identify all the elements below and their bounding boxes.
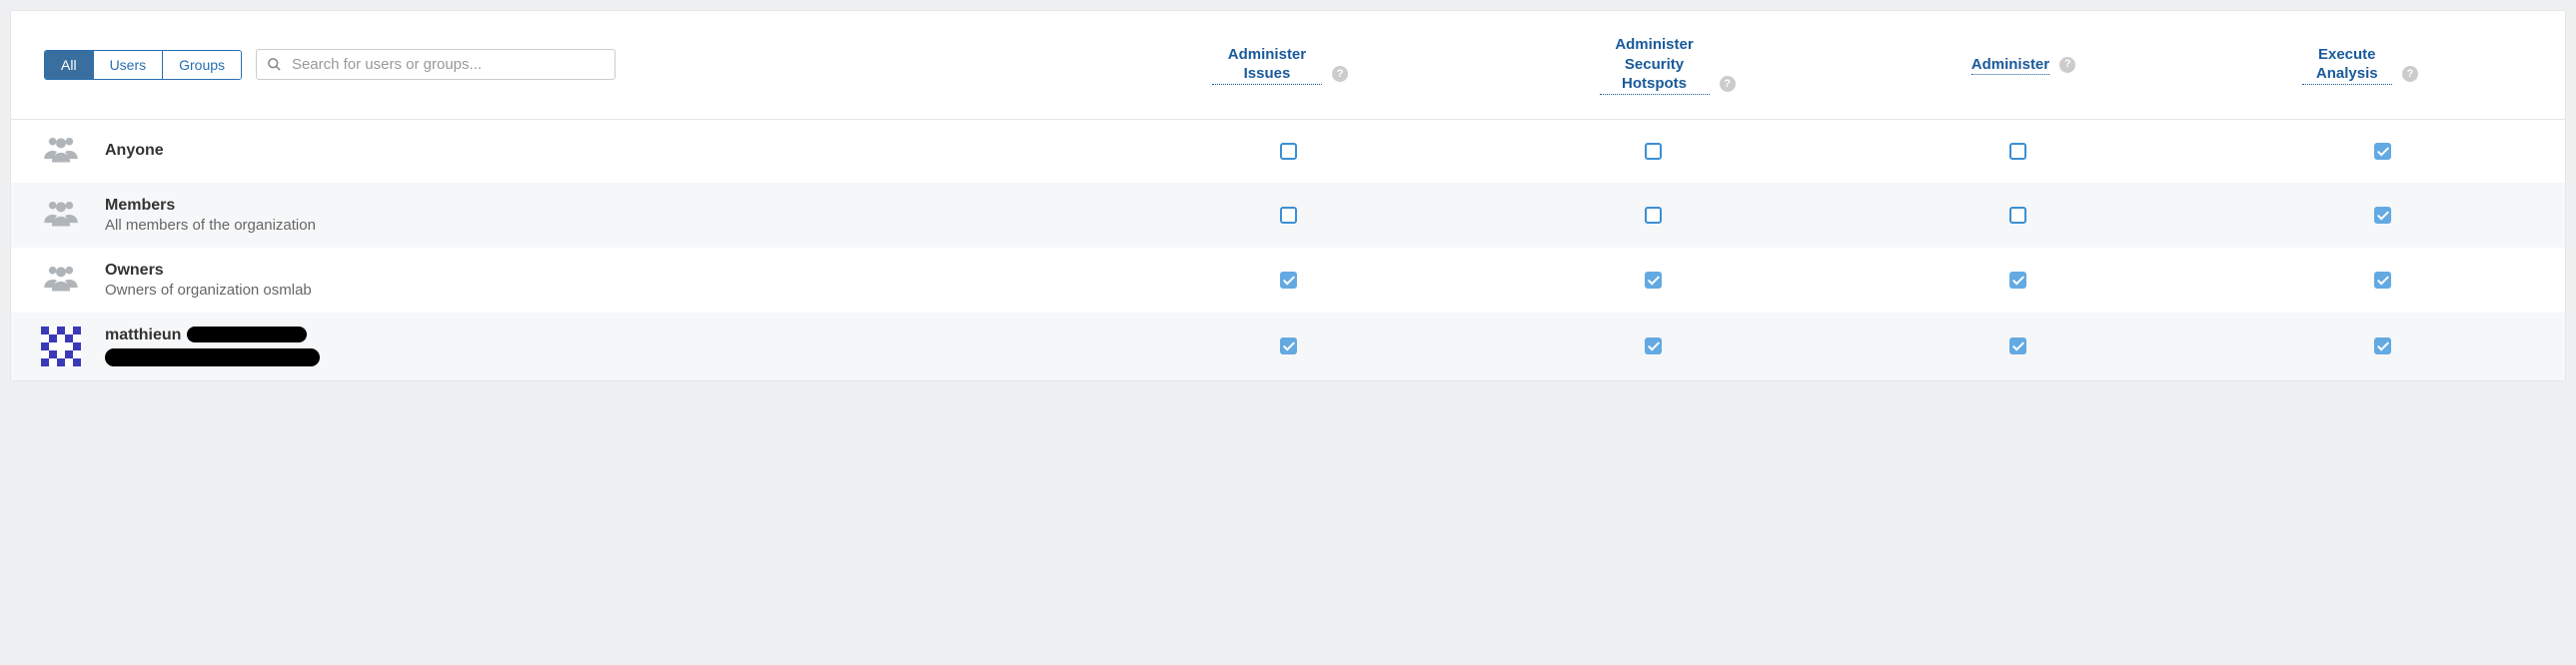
search-input[interactable] <box>290 55 605 74</box>
checkbox-execute-analysis[interactable] <box>2374 337 2391 354</box>
table-row: Owners Owners of organization osmlab <box>11 248 2565 313</box>
redacted-text <box>187 327 307 342</box>
checkbox-administer[interactable] <box>2009 337 2026 354</box>
table-row: Members All members of the organization <box>11 183 2565 248</box>
checkbox-administer-security-hotspots[interactable] <box>1645 207 1662 224</box>
checkbox-execute-analysis[interactable] <box>2374 143 2391 160</box>
permissions-table: Anyone Members All members of the organi… <box>11 120 2565 380</box>
checkbox-execute-analysis[interactable] <box>2374 207 2391 224</box>
entity-name: matthieun <box>105 327 320 344</box>
help-icon[interactable]: ? <box>2059 57 2075 73</box>
entity-description: Owners of organization osmlab <box>105 282 312 299</box>
search-icon <box>267 57 282 72</box>
column-header-execute-analysis[interactable]: Execute Analysis ? <box>2187 35 2533 95</box>
entity-name: Members <box>105 197 316 215</box>
filter-all[interactable]: All <box>45 51 94 79</box>
toolbar-header: All Users Groups Administer Issues ? Adm… <box>11 11 2565 120</box>
column-header-administer[interactable]: Administer ? <box>1862 35 2184 95</box>
help-icon[interactable]: ? <box>1332 66 1348 82</box>
checkbox-administer[interactable] <box>2009 207 2026 224</box>
group-icon <box>41 134 85 169</box>
avatar <box>41 327 85 366</box>
entity-name: Anyone <box>105 142 164 160</box>
search-field-wrapper[interactable] <box>256 49 616 80</box>
redacted-text <box>105 348 320 366</box>
checkbox-administer-issues[interactable] <box>1280 272 1297 289</box>
checkbox-administer[interactable] <box>2009 272 2026 289</box>
group-icon <box>41 198 85 233</box>
table-row: Anyone <box>11 120 2565 183</box>
entity-description: All members of the organization <box>105 217 316 234</box>
checkbox-administer-issues[interactable] <box>1280 207 1297 224</box>
table-row: matthieun <box>11 313 2565 380</box>
checkbox-execute-analysis[interactable] <box>2374 272 2391 289</box>
checkbox-administer[interactable] <box>2009 143 2026 160</box>
checkbox-administer-security-hotspots[interactable] <box>1645 272 1662 289</box>
group-icon <box>41 263 85 298</box>
entity-name: Owners <box>105 262 312 280</box>
checkbox-administer-security-hotspots[interactable] <box>1645 143 1662 160</box>
help-icon[interactable]: ? <box>1720 76 1736 92</box>
help-icon[interactable]: ? <box>2402 66 2418 82</box>
checkbox-administer-issues[interactable] <box>1280 143 1297 160</box>
column-header-administer-security-hotspots[interactable]: Administer Security Hotspots ? <box>1475 35 1861 95</box>
checkbox-administer-security-hotspots[interactable] <box>1645 337 1662 354</box>
checkbox-administer-issues[interactable] <box>1280 337 1297 354</box>
column-header-administer-issues[interactable]: Administer Issues ? <box>1087 35 1473 95</box>
permissions-panel: All Users Groups Administer Issues ? Adm… <box>10 10 2566 381</box>
filter-toggle-group: All Users Groups <box>44 50 242 80</box>
filter-users[interactable]: Users <box>94 51 164 79</box>
filter-groups[interactable]: Groups <box>163 51 241 79</box>
